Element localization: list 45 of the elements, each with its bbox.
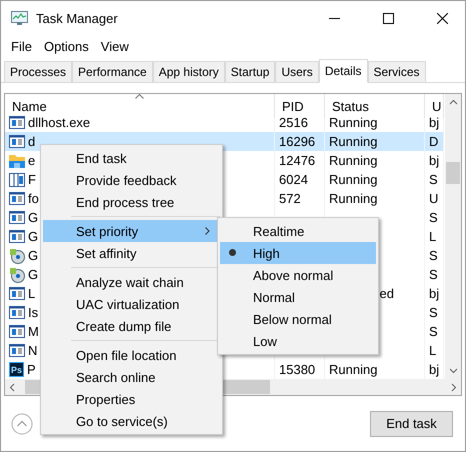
menu-item[interactable]: Set priority (43, 220, 220, 242)
window-icon (9, 211, 25, 224)
tab[interactable]: Performance (72, 61, 153, 82)
menu-item[interactable]: Provide feedback (43, 169, 220, 191)
tab[interactable]: App history (152, 61, 225, 82)
window-icon (9, 135, 25, 148)
window-title: Task Manager (36, 11, 119, 26)
vertical-scrollbar[interactable] (445, 94, 461, 379)
window-icon (9, 192, 25, 205)
tab[interactable]: Users (275, 61, 319, 82)
menu-item[interactable]: File (11, 38, 32, 54)
monitor-icon (11, 11, 28, 26)
scroll-left-icon[interactable] (9, 382, 15, 392)
table-cell: 16296 (275, 132, 325, 151)
sort-icon (135, 94, 144, 99)
window-icon (9, 116, 25, 129)
disc-icon (9, 248, 25, 264)
table-cell: Running (325, 132, 425, 151)
menu-item[interactable]: Properties (43, 388, 220, 410)
bullet-icon (229, 249, 236, 256)
window-icon (9, 287, 25, 300)
window-icon (9, 230, 25, 243)
tab[interactable]: Startup (224, 61, 276, 82)
window-icon (9, 344, 25, 357)
scroll-thumb[interactable] (446, 162, 460, 184)
menu-item[interactable]: Go to service(s) (43, 410, 220, 432)
maximize-icon[interactable] (382, 13, 394, 24)
tab[interactable]: Details (318, 59, 368, 83)
scroll-right-icon[interactable] (451, 382, 457, 392)
disc-icon (9, 266, 25, 282)
tab[interactable]: Processes (4, 61, 72, 82)
close-icon[interactable] (436, 13, 448, 24)
collapse-icon[interactable] (11, 412, 33, 434)
app-icon: Ps (9, 362, 24, 377)
window-icon (9, 325, 25, 338)
folder-icon (9, 154, 25, 168)
panel-icon (9, 172, 25, 186)
tab[interactable]: Services (368, 61, 426, 82)
table-cell: D (425, 132, 444, 151)
end-task-button[interactable]: End task (370, 410, 453, 436)
minimize-icon[interactable] (328, 18, 340, 19)
menu-item[interactable]: View (100, 38, 129, 54)
menu-item[interactable]: High (220, 242, 376, 264)
menu-item[interactable]: Options (44, 38, 89, 54)
window-icon (9, 306, 25, 319)
